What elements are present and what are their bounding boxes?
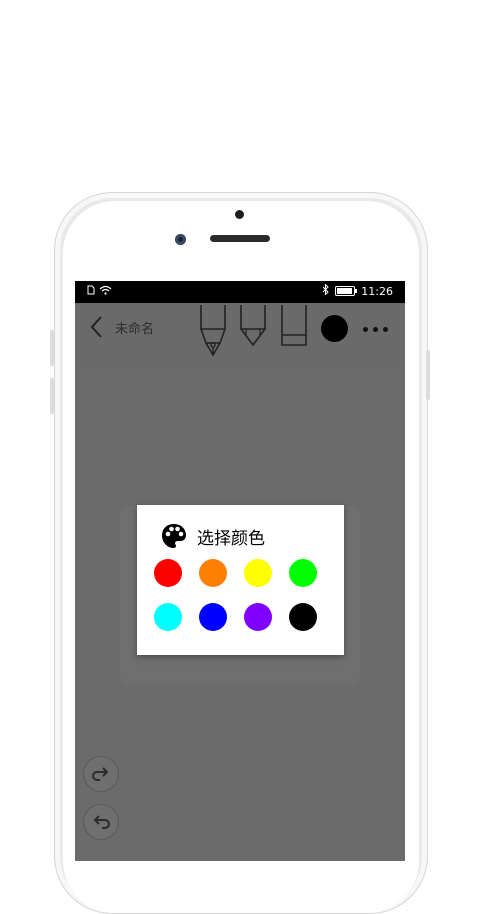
undo-icon — [93, 815, 110, 829]
color-swatch[interactable] — [289, 559, 317, 587]
palette-icon — [162, 524, 186, 548]
battery-icon — [335, 286, 358, 296]
color-swatch[interactable] — [244, 603, 272, 631]
fountain-pen-icon[interactable] — [198, 305, 228, 361]
document-title: 未命名 — [115, 322, 155, 337]
earpiece-speaker — [210, 235, 270, 242]
sim-icon — [87, 285, 95, 298]
color-swatch[interactable] — [154, 603, 182, 631]
power-button — [426, 350, 430, 400]
volume-button — [50, 330, 54, 366]
color-swatch[interactable] — [154, 559, 182, 587]
color-swatch[interactable] — [289, 603, 317, 631]
color-swatch[interactable] — [199, 603, 227, 631]
bluetooth-icon — [322, 283, 330, 298]
redo-icon — [92, 767, 109, 781]
front-camera — [175, 234, 186, 245]
dialog-title: 选择颜色 — [197, 528, 265, 549]
redo-button[interactable] — [83, 756, 119, 792]
undo-button[interactable] — [83, 804, 119, 840]
wifi-icon — [99, 285, 112, 298]
color-swatch[interactable] — [244, 559, 272, 587]
more-dots-icon[interactable] — [363, 327, 388, 332]
color-picker-dialog: 选择颜色 — [137, 505, 344, 655]
sensor-dot — [235, 210, 244, 219]
chevron-left-icon[interactable] — [89, 315, 105, 339]
current-color-button[interactable] — [321, 315, 348, 342]
color-swatch[interactable] — [199, 559, 227, 587]
eraser-icon[interactable] — [280, 305, 308, 349]
toolbar: 未命名 — [75, 303, 405, 369]
status-bar: 11:26 — [75, 281, 405, 303]
marker-icon[interactable] — [238, 305, 268, 349]
status-time: 11:26 — [361, 284, 393, 298]
volume-button — [50, 378, 54, 414]
